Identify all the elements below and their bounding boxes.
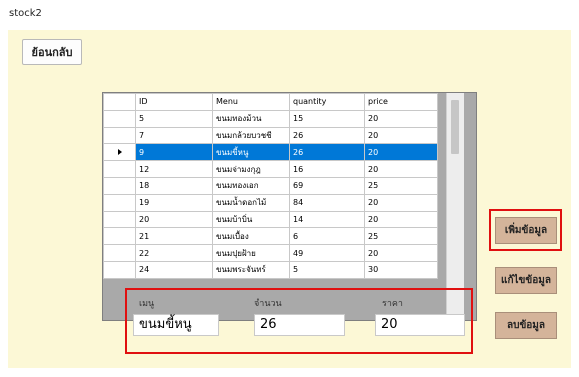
cell-quantity[interactable]: 6: [289, 227, 365, 246]
table-row[interactable]: 19 ขนมน้ำดอกไม้ 84 20: [103, 193, 438, 212]
cell-price[interactable]: 20: [364, 160, 438, 178]
cell-price[interactable]: 30: [364, 260, 438, 279]
row-header[interactable]: [103, 176, 136, 195]
form-client-area: ย้อนกลับ ID Menu quantity price 5 ขนมทอง…: [8, 30, 571, 368]
column-header-id[interactable]: ID: [135, 93, 213, 111]
current-row-indicator-icon[interactable]: [103, 143, 136, 162]
add-button[interactable]: เพิ่มข้อมูล: [495, 217, 557, 244]
cell-menu[interactable]: ขนมทองเอก: [212, 176, 290, 195]
table-header-row: ID Menu quantity price: [103, 93, 438, 111]
column-header-price[interactable]: price: [364, 93, 438, 111]
cell-quantity[interactable]: 49: [289, 244, 365, 262]
row-header[interactable]: [103, 244, 136, 262]
stock-data-grid[interactable]: ID Menu quantity price 5 ขนมทองม้วน 15 2…: [102, 92, 477, 321]
cell-quantity[interactable]: 15: [289, 109, 365, 128]
quantity-label: จำนวน: [254, 299, 282, 309]
title-bar: stock2: [0, 0, 579, 30]
table-row[interactable]: 20 ขนมบ้าบิ่น 14 20: [103, 210, 438, 229]
cell-id[interactable]: 19: [135, 193, 213, 212]
edit-button[interactable]: แก้ไขข้อมูล: [495, 267, 557, 294]
row-header[interactable]: [103, 260, 136, 279]
menu-input[interactable]: ขนมขี้หนู: [133, 314, 219, 336]
cell-id[interactable]: 18: [135, 176, 213, 195]
cell-menu[interactable]: ขนมทองม้วน: [212, 109, 290, 128]
row-header[interactable]: [103, 126, 136, 145]
cell-price[interactable]: 20: [364, 210, 438, 229]
cell-id[interactable]: 20: [135, 210, 213, 229]
row-header[interactable]: [103, 193, 136, 212]
scrollbar-thumb[interactable]: [451, 100, 459, 154]
table-row[interactable]: 12 ขนมจ่ามงกุฎ 16 20: [103, 160, 438, 178]
column-header-menu[interactable]: Menu: [212, 93, 290, 111]
cell-menu[interactable]: ขนมปุยฝ้าย: [212, 244, 290, 262]
cell-id[interactable]: 24: [135, 260, 213, 279]
cell-menu[interactable]: ขนมกล้วยบวชชี: [212, 126, 290, 145]
cell-quantity[interactable]: 84: [289, 193, 365, 212]
cell-id[interactable]: 12: [135, 160, 213, 178]
row-header-corner: [103, 93, 136, 111]
price-label: ราคา: [382, 299, 403, 309]
delete-button[interactable]: ลบข้อมูล: [495, 312, 557, 339]
cell-price[interactable]: 25: [364, 227, 438, 246]
cell-quantity[interactable]: 26: [289, 126, 365, 145]
table-row[interactable]: 7 ขนมกล้วยบวชชี 26 20: [103, 126, 438, 145]
cell-price[interactable]: 25: [364, 176, 438, 195]
cell-quantity[interactable]: 14: [289, 210, 365, 229]
cell-menu[interactable]: ขนมน้ำดอกไม้: [212, 193, 290, 212]
cell-price[interactable]: 20: [364, 143, 438, 162]
cell-menu[interactable]: ขนมขี้หนู: [212, 143, 290, 162]
table-row[interactable]: 21 ขนมเบื้อง 6 25: [103, 227, 438, 246]
cell-id[interactable]: 21: [135, 227, 213, 246]
cell-id[interactable]: 9: [135, 143, 213, 162]
cell-id[interactable]: 7: [135, 126, 213, 145]
cell-menu[interactable]: ขนมพระจันทร์: [212, 260, 290, 279]
row-header[interactable]: [103, 210, 136, 229]
cell-price[interactable]: 20: [364, 193, 438, 212]
cell-id[interactable]: 22: [135, 244, 213, 262]
cell-quantity[interactable]: 26: [289, 143, 365, 162]
row-header[interactable]: [103, 109, 136, 128]
window-title: stock2: [9, 8, 42, 19]
menu-label: เมนู: [139, 299, 155, 309]
price-input[interactable]: 20: [375, 314, 465, 336]
quantity-input[interactable]: 26: [254, 314, 345, 336]
table-row-selected[interactable]: 9 ขนมขี้หนู 26 20: [103, 143, 438, 162]
cell-price[interactable]: 20: [364, 126, 438, 145]
cell-id[interactable]: 5: [135, 109, 213, 128]
table-row[interactable]: 22 ขนมปุยฝ้าย 49 20: [103, 244, 438, 262]
stock-table: ID Menu quantity price 5 ขนมทองม้วน 15 2…: [103, 93, 438, 279]
column-header-quantity[interactable]: quantity: [289, 93, 365, 111]
cell-quantity[interactable]: 16: [289, 160, 365, 178]
vertical-scrollbar[interactable]: [446, 93, 464, 320]
cell-quantity[interactable]: 5: [289, 260, 365, 279]
cell-price[interactable]: 20: [364, 109, 438, 128]
table-row[interactable]: 24 ขนมพระจันทร์ 5 30: [103, 260, 438, 279]
row-header[interactable]: [103, 160, 136, 178]
table-row[interactable]: 5 ขนมทองม้วน 15 20: [103, 109, 438, 128]
cell-menu[interactable]: ขนมจ่ามงกุฎ: [212, 160, 290, 178]
row-header[interactable]: [103, 227, 136, 246]
cell-quantity[interactable]: 69: [289, 176, 365, 195]
cell-price[interactable]: 20: [364, 244, 438, 262]
back-button[interactable]: ย้อนกลับ: [22, 39, 82, 65]
cell-menu[interactable]: ขนมบ้าบิ่น: [212, 210, 290, 229]
table-row[interactable]: 18 ขนมทองเอก 69 25: [103, 176, 438, 195]
cell-menu[interactable]: ขนมเบื้อง: [212, 227, 290, 246]
